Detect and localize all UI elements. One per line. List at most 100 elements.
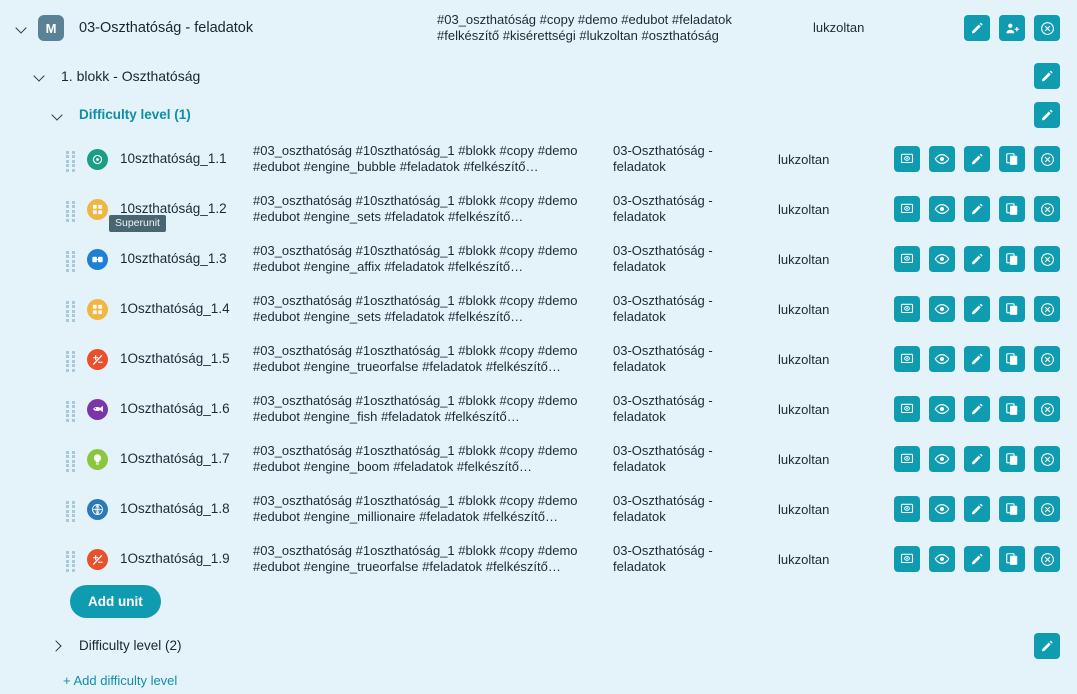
close-circle-icon [1040, 402, 1054, 416]
unit-duplicate-button[interactable] [999, 196, 1025, 222]
unit-edit-button[interactable] [964, 346, 990, 372]
unit-duplicate-button[interactable] [999, 296, 1025, 322]
unit-edit-button[interactable] [964, 546, 990, 572]
unit-row[interactable]: 10szthatóság_1.1 #03_oszthatóság #10sztha… [0, 134, 1077, 184]
unit-row[interactable]: 1Oszthatóság_1.7 #03_oszthatóság #1osztha… [0, 434, 1077, 484]
unit-duplicate-button[interactable] [999, 546, 1025, 572]
unit-present-button[interactable] [894, 346, 920, 372]
unit-edit-button[interactable] [964, 296, 990, 322]
module-share-button[interactable] [999, 15, 1025, 41]
unit-name: 1Oszthatóság_1.8 [120, 501, 230, 516]
unit-remove-button[interactable] [1034, 396, 1060, 422]
drag-handle-icon[interactable] [66, 500, 75, 522]
unit-row[interactable]: 1Oszthatóság_1.6 #03_oszthatóság #1osztha… [0, 384, 1077, 434]
copy-icon [1006, 153, 1018, 165]
block-title: 1. blokk - Oszthatóság [61, 67, 201, 84]
drag-handle-icon[interactable] [66, 550, 75, 572]
add-difficulty-level-link[interactable]: + Add difficulty level [63, 673, 177, 688]
unit-edit-button[interactable] [964, 196, 990, 222]
unit-remove-button[interactable] [1034, 296, 1060, 322]
drag-handle-icon[interactable] [66, 450, 75, 472]
unit-present-button[interactable] [894, 196, 920, 222]
unit-preview-button[interactable] [929, 146, 955, 172]
difficulty-level-1-edit-button[interactable] [1034, 101, 1060, 128]
pencil-icon [1041, 640, 1053, 651]
unit-duplicate-button[interactable] [999, 246, 1025, 272]
unit-remove-button[interactable] [1034, 546, 1060, 572]
unit-remove-button[interactable] [1034, 196, 1060, 222]
unit-row[interactable]: 1Oszthatóság_1.9 #03_oszthatóság #1osztha… [0, 534, 1077, 584]
block-edit-button[interactable] [1034, 62, 1060, 89]
unit-edit-button[interactable] [964, 446, 990, 472]
unit-tree-page: M 03-Oszthatóság - feladatok #03_oszthat… [0, 0, 1077, 694]
unit-actions [894, 446, 1060, 472]
unit-parent-module: 03-Oszthatóság - feladatok [613, 193, 713, 224]
unit-edit-button[interactable] [964, 396, 990, 422]
unit-preview-button[interactable] [929, 496, 955, 522]
module-remove-button[interactable] [1034, 15, 1060, 41]
presentation-icon [900, 303, 914, 314]
drag-handle-icon[interactable] [66, 400, 75, 422]
copy-icon [1006, 253, 1018, 265]
unit-row[interactable]: 10szthatóság_1.2 Superunit #03_oszthatóság… [0, 184, 1077, 234]
unit-preview-button[interactable] [929, 396, 955, 422]
close-circle-icon [1040, 302, 1054, 316]
unit-preview-button[interactable] [929, 296, 955, 322]
unit-duplicate-button[interactable] [999, 146, 1025, 172]
unit-remove-button[interactable] [1034, 146, 1060, 172]
difficulty-level-2-edit-button[interactable] [1034, 632, 1060, 659]
unit-name: 10szthatóság_1.1 [120, 151, 227, 166]
close-circle-icon [1040, 452, 1054, 466]
drag-handle-icon[interactable] [66, 300, 75, 322]
unit-preview-button[interactable] [929, 546, 955, 572]
engine-icon-engine_trueorfalse [87, 548, 108, 570]
unit-owner: lukzoltan [778, 152, 830, 167]
unit-preview-button[interactable] [929, 346, 955, 372]
drag-handle-icon[interactable] [66, 150, 75, 172]
module-collapse-chevron-down-icon[interactable] [15, 21, 29, 35]
unit-preview-button[interactable] [929, 246, 955, 272]
unit-duplicate-button[interactable] [999, 346, 1025, 372]
unit-preview-button[interactable] [929, 196, 955, 222]
unit-present-button[interactable] [894, 296, 920, 322]
unit-present-button[interactable] [894, 146, 920, 172]
unit-row[interactable]: 1Oszthatóság_1.4 #03_oszthatóság #1osztha… [0, 284, 1077, 334]
unit-present-button[interactable] [894, 496, 920, 522]
unit-present-button[interactable] [894, 396, 920, 422]
difficulty-level-2-chevron-right-icon[interactable] [51, 639, 65, 653]
unit-duplicate-button[interactable] [999, 396, 1025, 422]
unit-remove-button[interactable] [1034, 496, 1060, 522]
add-unit-button[interactable]: Add unit [70, 585, 161, 618]
module-edit-button[interactable] [964, 15, 990, 41]
unit-present-button[interactable] [894, 546, 920, 572]
drag-handle-icon[interactable] [66, 350, 75, 372]
difficulty-level-1-chevron-down-icon[interactable] [51, 108, 65, 122]
unit-row[interactable]: 10szthatóság_1.3 #03_oszthatóság #10sztha… [0, 234, 1077, 284]
presentation-icon [900, 153, 914, 164]
unit-remove-button[interactable] [1034, 346, 1060, 372]
unit-name: 1Oszthatóság_1.5 [120, 351, 230, 366]
unit-edit-button[interactable] [964, 246, 990, 272]
unit-owner: lukzoltan [778, 252, 830, 267]
unit-preview-button[interactable] [929, 446, 955, 472]
unit-name: 1Oszthatóság_1.9 [120, 551, 230, 566]
unit-edit-button[interactable] [964, 146, 990, 172]
unit-name-wrapper: 1Oszthatóság_1.4 [120, 300, 230, 318]
unit-present-button[interactable] [894, 446, 920, 472]
fish-icon [92, 405, 103, 413]
unit-row[interactable]: 1Oszthatóság_1.8 #03_oszthatóság #1osztha… [0, 484, 1077, 534]
drag-handle-icon[interactable] [66, 200, 75, 222]
unit-duplicate-button[interactable] [999, 496, 1025, 522]
copy-icon [1006, 353, 1018, 365]
unit-duplicate-button[interactable] [999, 446, 1025, 472]
block-collapse-chevron-down-icon[interactable] [33, 69, 47, 83]
unit-edit-button[interactable] [964, 496, 990, 522]
unit-remove-button[interactable] [1034, 246, 1060, 272]
unit-row[interactable]: 1Oszthatóság_1.5 #03_oszthatóság #1osztha… [0, 334, 1077, 384]
unit-present-button[interactable] [894, 246, 920, 272]
unit-remove-button[interactable] [1034, 446, 1060, 472]
unit-list: 10szthatóság_1.1 #03_oszthatóság #10sztha… [0, 134, 1077, 584]
drag-handle-icon[interactable] [66, 250, 75, 272]
true-false-icon [92, 554, 103, 565]
presentation-icon [900, 553, 914, 564]
